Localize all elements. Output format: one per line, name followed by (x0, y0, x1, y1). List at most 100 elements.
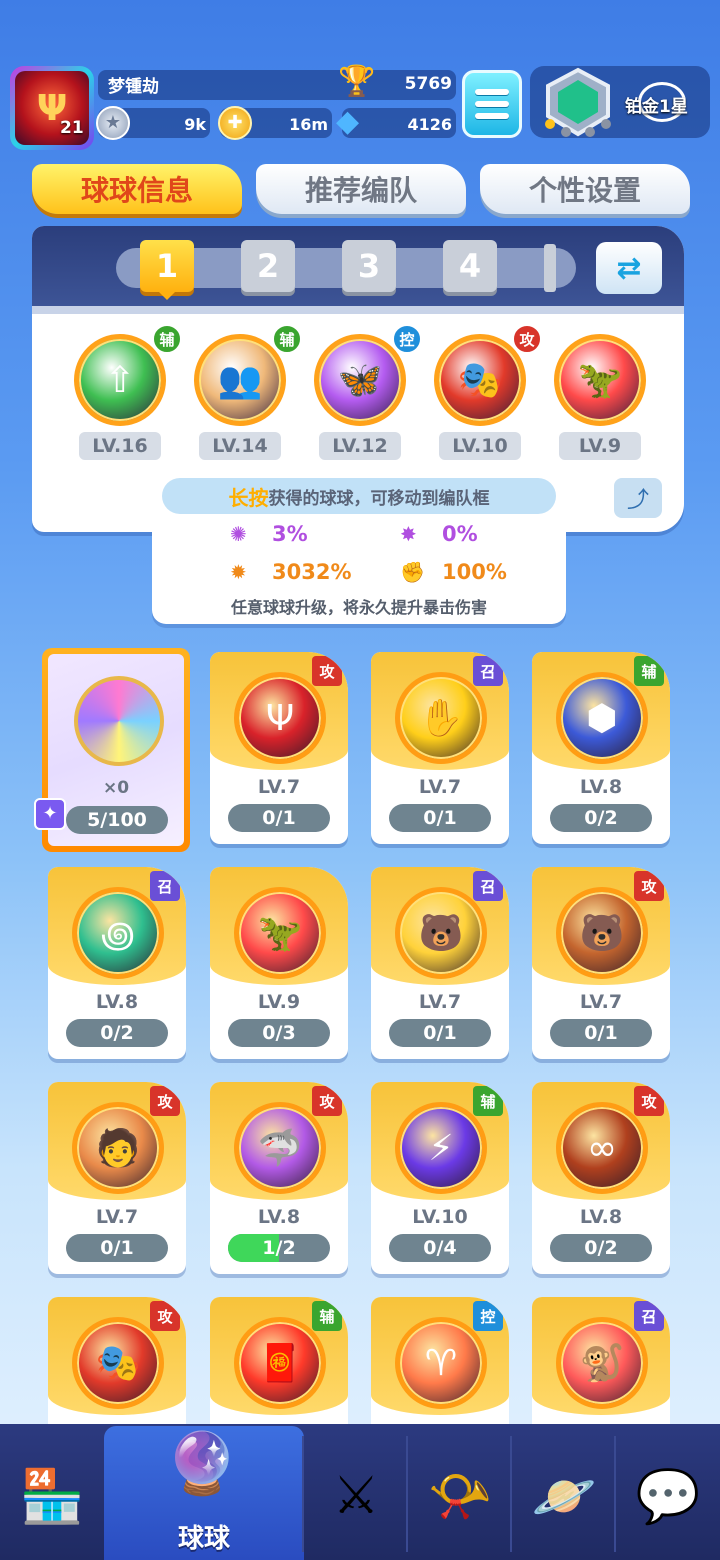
tab-recommended-team[interactable]: 推荐编队 (256, 164, 466, 214)
ball-level: LV.7 (579, 991, 623, 1013)
ball-level: LV.8 (257, 1206, 301, 1228)
team-ball-art-icon: 🎭 (457, 360, 503, 401)
tab-personal-settings[interactable]: 个性设置 (480, 164, 690, 214)
nav-item[interactable]: ⚔ (304, 1432, 408, 1560)
upgrade-progress-bar: 0/2 (550, 1234, 652, 1262)
team-ball-art-icon: 🦋 (337, 360, 383, 401)
nav-item[interactable]: 💬 (616, 1432, 720, 1560)
ball-card[interactable]: ∞ 攻 LV.8 0/2 (532, 1082, 670, 1274)
stat-crit-damage: 3032% (272, 560, 352, 584)
ball-level: LV.8 (579, 776, 623, 798)
player-level: 21 (60, 118, 84, 138)
ball-role-tag: 辅 (634, 656, 664, 686)
ball-card[interactable]: Ψ 攻 LV.7 0/1 (210, 652, 348, 844)
crit-damage-icon: ✹ (230, 560, 247, 584)
nav-item[interactable]: 🪐 (512, 1432, 616, 1560)
exchange-count: ×0 (102, 778, 130, 798)
team-slot-5-partial[interactable] (544, 244, 556, 292)
ball-card[interactable]: 🦈 攻 LV.8 1/2 (210, 1082, 348, 1274)
upgrade-progress-text: 0/1 (423, 807, 457, 829)
ball-role-tag: 攻 (312, 656, 342, 686)
upgrade-progress-text: 0/1 (423, 1022, 457, 1044)
upgrade-progress-bar: 0/1 (389, 1019, 491, 1047)
ball-art-icon: 🐒 (556, 1317, 648, 1409)
ball-art-icon: ♈ (395, 1317, 487, 1409)
nav-item[interactable]: 📯 (408, 1432, 512, 1560)
share-button[interactable]: ⤴ (614, 478, 662, 518)
ball-card[interactable]: 🐻 攻 LV.7 0/1 (532, 867, 670, 1059)
planet-icon: 🪐 (531, 1466, 597, 1527)
team-slot-2[interactable]: 2 (241, 240, 295, 292)
stats-description: 任意球球升级，将永久提升暴击伤害 (230, 598, 487, 617)
ball-role-tag: 攻 (150, 1301, 180, 1331)
team-ball-4[interactable]: 🎭 (434, 334, 526, 426)
upgrade-progress-text: 0/1 (100, 1237, 134, 1259)
team-ball-role-tag: 辅 (272, 324, 302, 354)
upgrade-progress-text: 0/3 (262, 1022, 296, 1044)
ball-card[interactable]: 🦖 LV.9 0/3 (210, 867, 348, 1059)
upgrade-progress-text: 0/1 (262, 807, 296, 829)
team-ball-5[interactable]: 🦖 (554, 334, 646, 426)
rank-badge-icon (545, 67, 611, 137)
ball-art-icon: ꩜ (72, 887, 164, 979)
ball-role-tag: 召 (634, 1301, 664, 1331)
upgrade-progress-bar: 0/1 (389, 804, 491, 832)
team-slot-4[interactable]: 4 (443, 240, 497, 292)
ball-card[interactable]: ✋ 召 LV.7 0/1 (371, 652, 509, 844)
ball-role-tag: 召 (150, 871, 180, 901)
team-ball-3[interactable]: 🦋 (314, 334, 406, 426)
team-ball-art-icon: 🦖 (577, 360, 623, 401)
ball-card[interactable]: ꩜ 召 LV.8 0/2 (48, 867, 186, 1059)
ball-level: LV.7 (418, 991, 462, 1013)
ball-level: LV.7 (95, 1206, 139, 1228)
ball-card[interactable]: 🧑 攻 LV.7 0/1 (48, 1082, 186, 1274)
team-slot-3[interactable]: 3 (342, 240, 396, 292)
ball-art-icon: 🧑 (72, 1102, 164, 1194)
crit-chance-icon: ✸ (400, 522, 417, 546)
upgrade-progress-text: 0/4 (423, 1237, 457, 1259)
ball-art-icon: ⬢ (556, 672, 648, 764)
team-ball-role-tag: 攻 (512, 324, 542, 354)
ball-role-tag: 攻 (312, 1086, 342, 1116)
team-ball-2[interactable]: 👥 (194, 334, 286, 426)
ball-role-tag: 辅 (473, 1086, 503, 1116)
ball-card[interactable]: 🐻 召 LV.7 0/1 (371, 867, 509, 1059)
upgrade-progress-text: 0/2 (584, 807, 618, 829)
ball-level: LV.8 (95, 991, 139, 1013)
silver-value: 9k (184, 115, 206, 134)
upgrade-progress-text: 0/1 (584, 1022, 618, 1044)
menu-button[interactable] (462, 70, 522, 138)
team-ball-1[interactable]: ⇧ (74, 334, 166, 426)
slot-pointer-icon (159, 292, 175, 300)
team-ball-role-tag: 辅 (152, 324, 182, 354)
ball-role-tag: 攻 (634, 871, 664, 901)
ball-role-tag: 攻 (634, 1086, 664, 1116)
upgrade-progress-bar: 0/2 (66, 1019, 168, 1047)
ball-role-tag: 召 (473, 871, 503, 901)
nav-divider (406, 1436, 408, 1552)
upgrade-progress-bar: 0/4 (389, 1234, 491, 1262)
battle-icon: ⚔ (332, 1466, 380, 1526)
team-slot-1[interactable]: 1 (140, 240, 194, 292)
tab-ball-info[interactable]: 球球信息 (32, 164, 242, 214)
ball-art-icon: 🐻 (556, 887, 648, 979)
upgrade-progress-text: 1/2 (262, 1237, 296, 1259)
upgrade-progress-bar: 0/1 (550, 1019, 652, 1047)
upgrade-progress-bar: 0/2 (550, 804, 652, 832)
ball-art-icon: ✋ (395, 672, 487, 764)
ball-role-tag: 召 (473, 656, 503, 686)
ball-card[interactable]: ⚡ 辅 LV.10 0/4 (371, 1082, 509, 1274)
swap-team-button[interactable]: ⇄ (596, 242, 662, 294)
ball-card[interactable]: ⬢ 辅 LV.8 0/2 (532, 652, 670, 844)
nav-item[interactable]: 🏪 (0, 1432, 104, 1560)
long-press-hint: 长按 获得的球球，可移动到编队框 (162, 478, 556, 514)
team-ball-level: LV.14 (199, 432, 281, 460)
exchange-ball-icon (74, 676, 164, 766)
puzzle-piece-icon: ✦ (34, 798, 66, 830)
team-ball-art-icon: 👥 (217, 360, 263, 401)
ball-art-icon: 🎭 (72, 1317, 164, 1409)
ball-art-icon: ⚡ (395, 1102, 487, 1194)
nav-divider (510, 1436, 512, 1552)
nav-balls-label: 球球 (177, 1524, 230, 1554)
silver-coin-icon: ★ (96, 106, 130, 140)
